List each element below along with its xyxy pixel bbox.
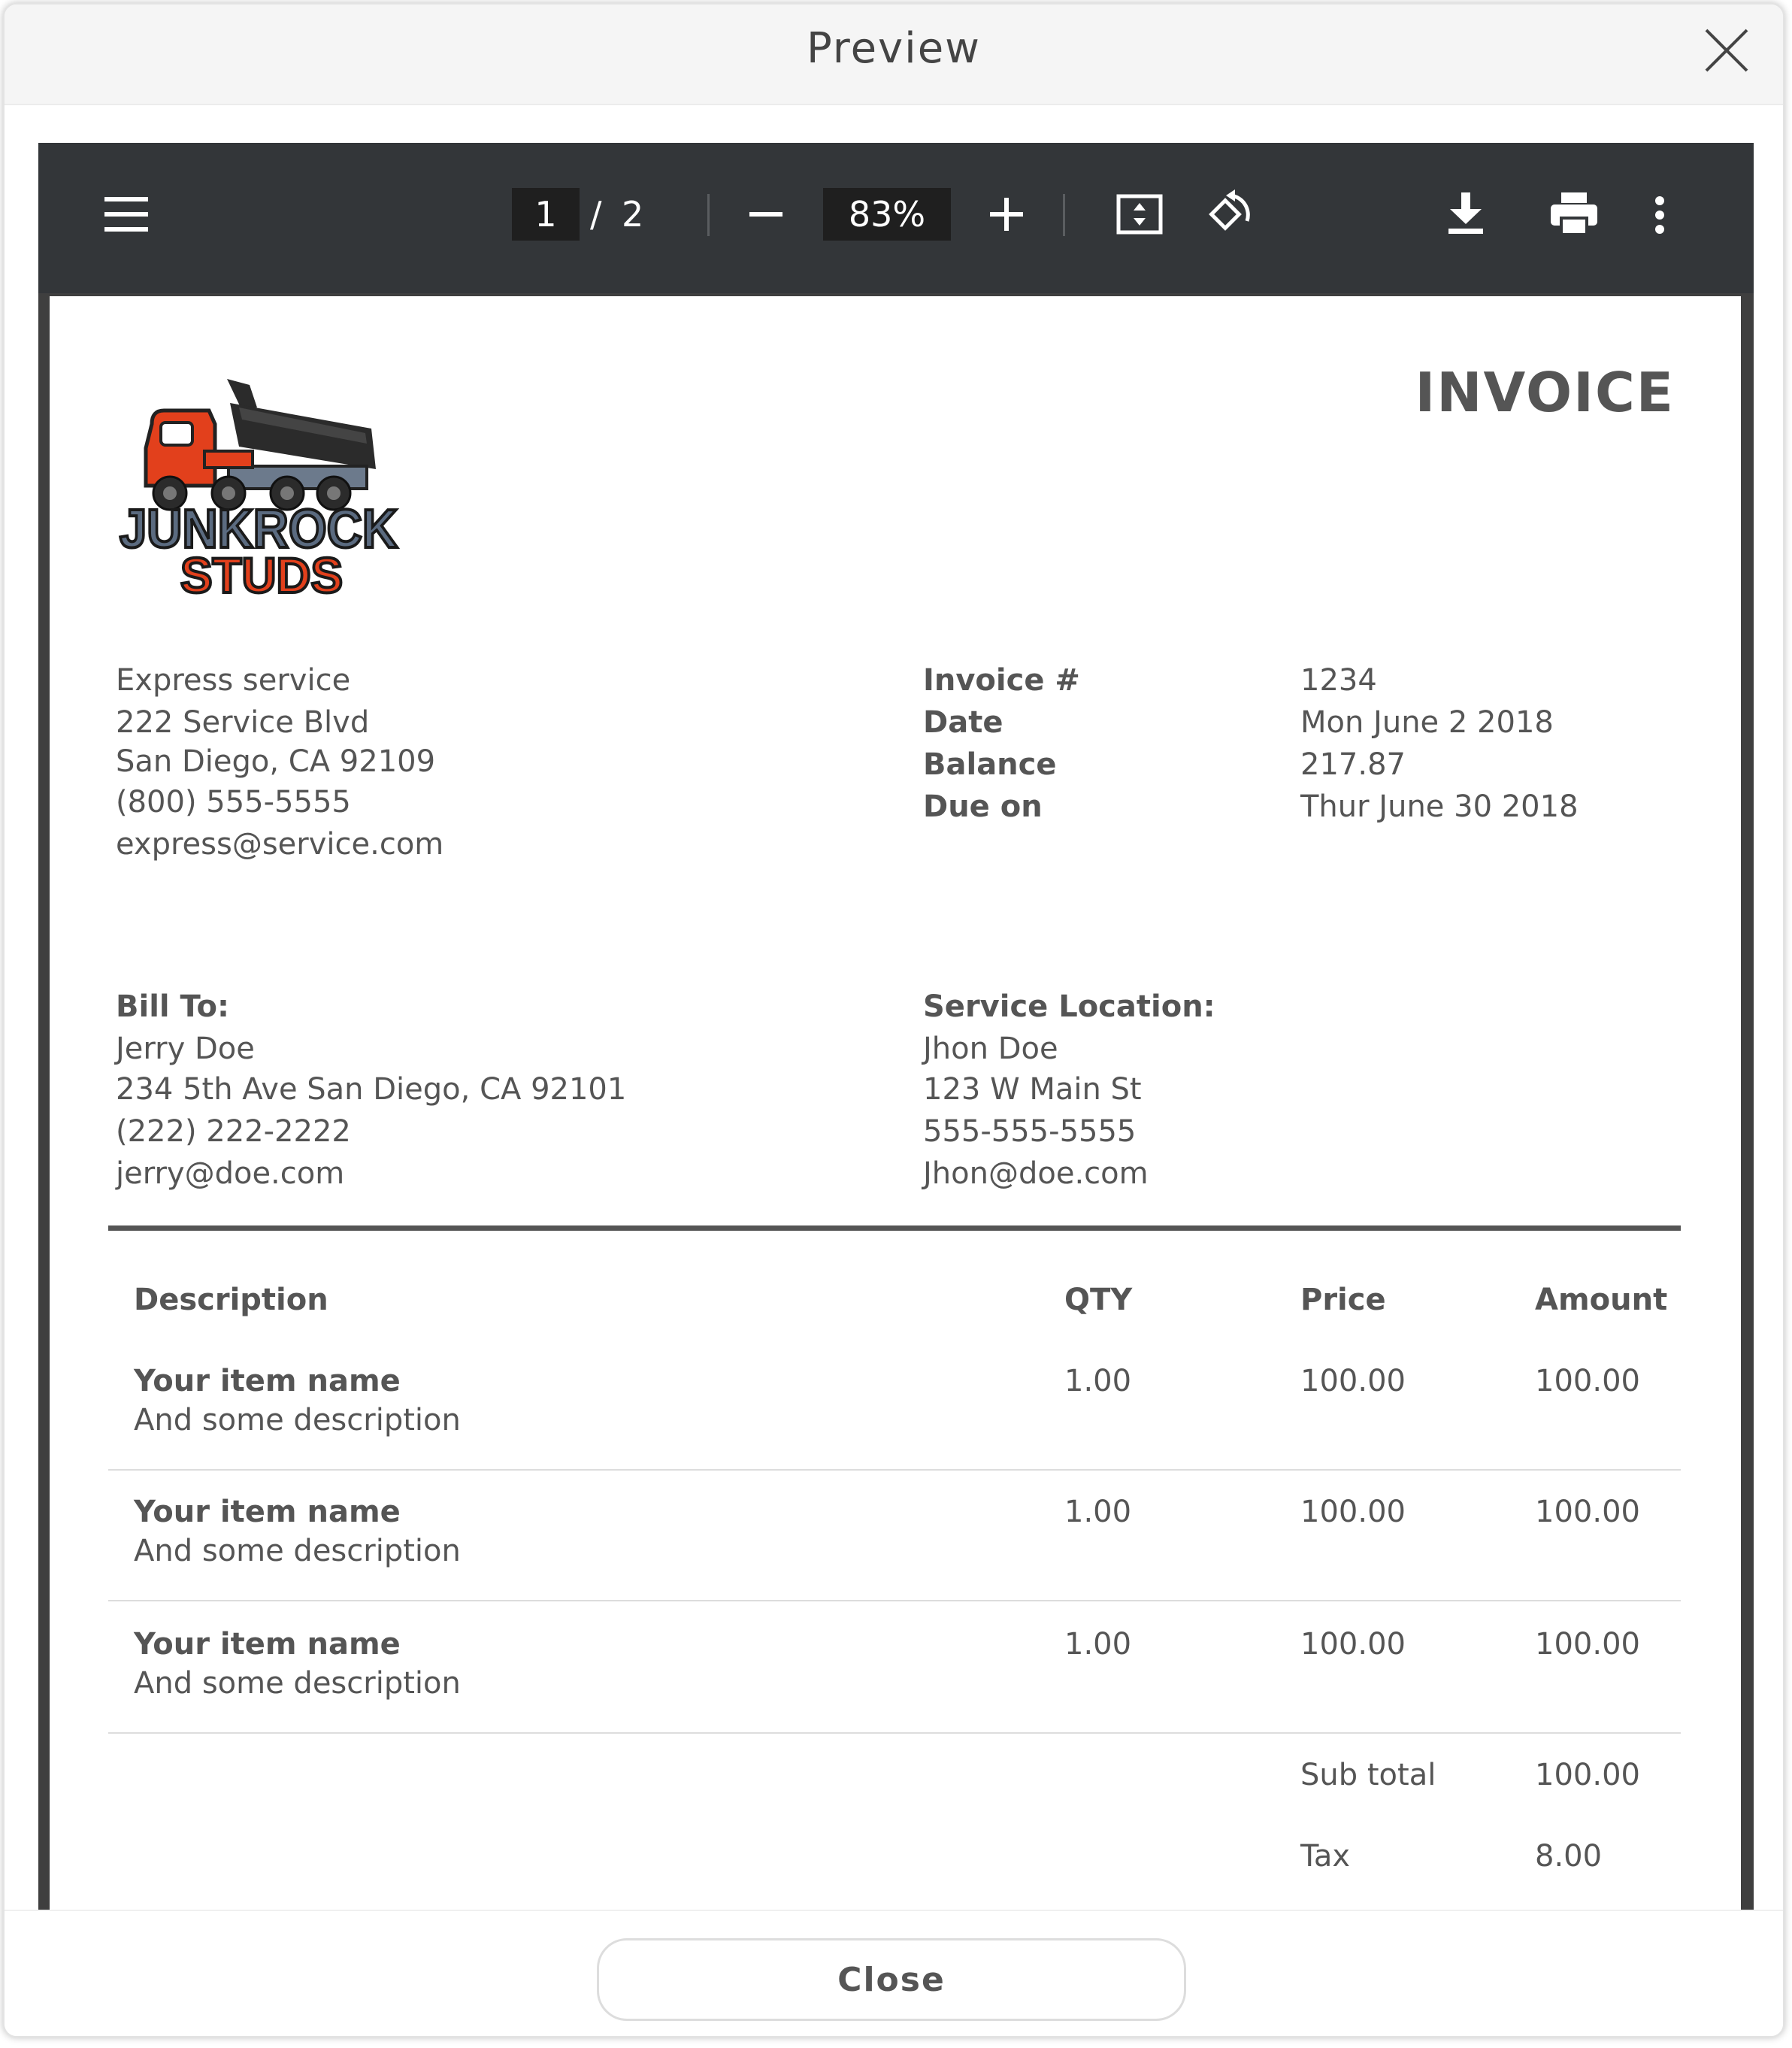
dialog-header: Preview <box>5 5 1783 105</box>
item-price: 100.00 <box>1300 1627 1406 1662</box>
date-value: Mon June 2 2018 <box>1300 705 1554 740</box>
company-email: express@service.com <box>116 827 444 862</box>
toolbar-divider <box>1063 194 1065 236</box>
balance-value: 217.87 <box>1300 747 1406 782</box>
due-on-value: Thur June 30 2018 <box>1300 789 1579 824</box>
subtotal-label: Sub total <box>1300 1758 1436 1792</box>
company-name: Express service <box>116 663 351 698</box>
zoom-out-icon[interactable] <box>749 212 782 217</box>
due-on-label: Due on <box>923 789 1043 824</box>
bill-to-address: 234 5th Ave San Diego, CA 92101 <box>116 1072 627 1107</box>
page-separator: / <box>590 194 602 235</box>
page-number-input[interactable]: 1 <box>512 188 580 241</box>
date-label: Date <box>923 705 1003 740</box>
preview-dialog: Preview 1 / 2 83% JUNKROCK STUDS INVOICE… <box>3 3 1784 2037</box>
dialog-title: Preview <box>807 24 981 73</box>
item-qty: 1.00 <box>1064 1364 1132 1398</box>
total-pages: 2 <box>622 194 644 235</box>
bill-to-heading: Bill To: <box>116 989 229 1024</box>
service-location-address: 123 W Main St <box>923 1072 1142 1107</box>
invoice-title: INVOICE <box>1415 361 1675 424</box>
subtotal-value: 100.00 <box>1535 1758 1640 1792</box>
invoice-number-label: Invoice # <box>923 663 1080 698</box>
toolbar-divider <box>707 194 710 236</box>
col-header-amount: Amount <box>1535 1283 1668 1317</box>
item-description: And some description <box>134 1666 461 1701</box>
download-icon[interactable] <box>1448 192 1483 235</box>
print-icon[interactable] <box>1551 192 1597 235</box>
service-location-phone: 555-555-5555 <box>923 1114 1137 1149</box>
row-divider <box>108 1600 1681 1601</box>
table-top-rule <box>108 1225 1681 1231</box>
col-header-description: Description <box>134 1283 328 1317</box>
service-location-email: Jhon@doe.com <box>923 1156 1149 1191</box>
company-city: San Diego, CA 92109 <box>116 744 436 779</box>
balance-label: Balance <box>923 747 1057 782</box>
bill-to-name: Jerry Doe <box>116 1032 255 1066</box>
service-location-name: Jhon Doe <box>923 1032 1058 1066</box>
item-amount: 100.00 <box>1535 1495 1640 1529</box>
more-options-icon[interactable] <box>1654 195 1665 235</box>
bill-to-email: jerry@doe.com <box>116 1156 345 1191</box>
col-header-qty: QTY <box>1064 1283 1133 1317</box>
invoice-number-value: 1234 <box>1300 663 1377 698</box>
dialog-footer: Close <box>5 1910 1783 2036</box>
item-description: And some description <box>134 1534 461 1568</box>
item-name: Your item name <box>134 1364 401 1398</box>
close-icon[interactable] <box>1703 27 1750 74</box>
zoom-in-icon[interactable] <box>990 198 1023 231</box>
item-amount: 100.00 <box>1535 1627 1640 1662</box>
bill-to-phone: (222) 222-2222 <box>116 1114 351 1149</box>
row-divider <box>108 1732 1681 1734</box>
item-qty: 1.00 <box>1064 1495 1132 1529</box>
company-street: 222 Service Blvd <box>116 705 370 740</box>
item-description: And some description <box>134 1403 461 1438</box>
pdf-page: JUNKROCK STUDS INVOICE Express service 2… <box>50 296 1741 1910</box>
rotate-icon[interactable] <box>1205 189 1253 239</box>
row-divider <box>108 1469 1681 1471</box>
item-name: Your item name <box>134 1495 401 1529</box>
close-button[interactable]: Close <box>597 1938 1186 2021</box>
pdf-viewer: 1 / 2 83% JUNKROCK STUDS INVOICE Express… <box>38 143 1754 1910</box>
tax-label: Tax <box>1300 1839 1350 1874</box>
pdf-toolbar: 1 / 2 83% <box>38 143 1754 293</box>
svg-text:STUDS: STUDS <box>180 547 343 600</box>
col-header-price: Price <box>1300 1283 1386 1317</box>
tax-value: 8.00 <box>1535 1839 1603 1874</box>
item-name: Your item name <box>134 1627 401 1662</box>
zoom-level[interactable]: 83% <box>823 188 951 241</box>
company-phone: (800) 555-5555 <box>116 785 351 820</box>
menu-icon[interactable] <box>104 197 148 232</box>
company-logo: JUNKROCK STUDS <box>118 379 399 600</box>
item-price: 100.00 <box>1300 1495 1406 1529</box>
item-price: 100.00 <box>1300 1364 1406 1398</box>
item-amount: 100.00 <box>1535 1364 1640 1398</box>
service-location-heading: Service Location: <box>923 989 1215 1024</box>
fit-page-icon[interactable] <box>1116 194 1163 235</box>
item-qty: 1.00 <box>1064 1627 1132 1662</box>
